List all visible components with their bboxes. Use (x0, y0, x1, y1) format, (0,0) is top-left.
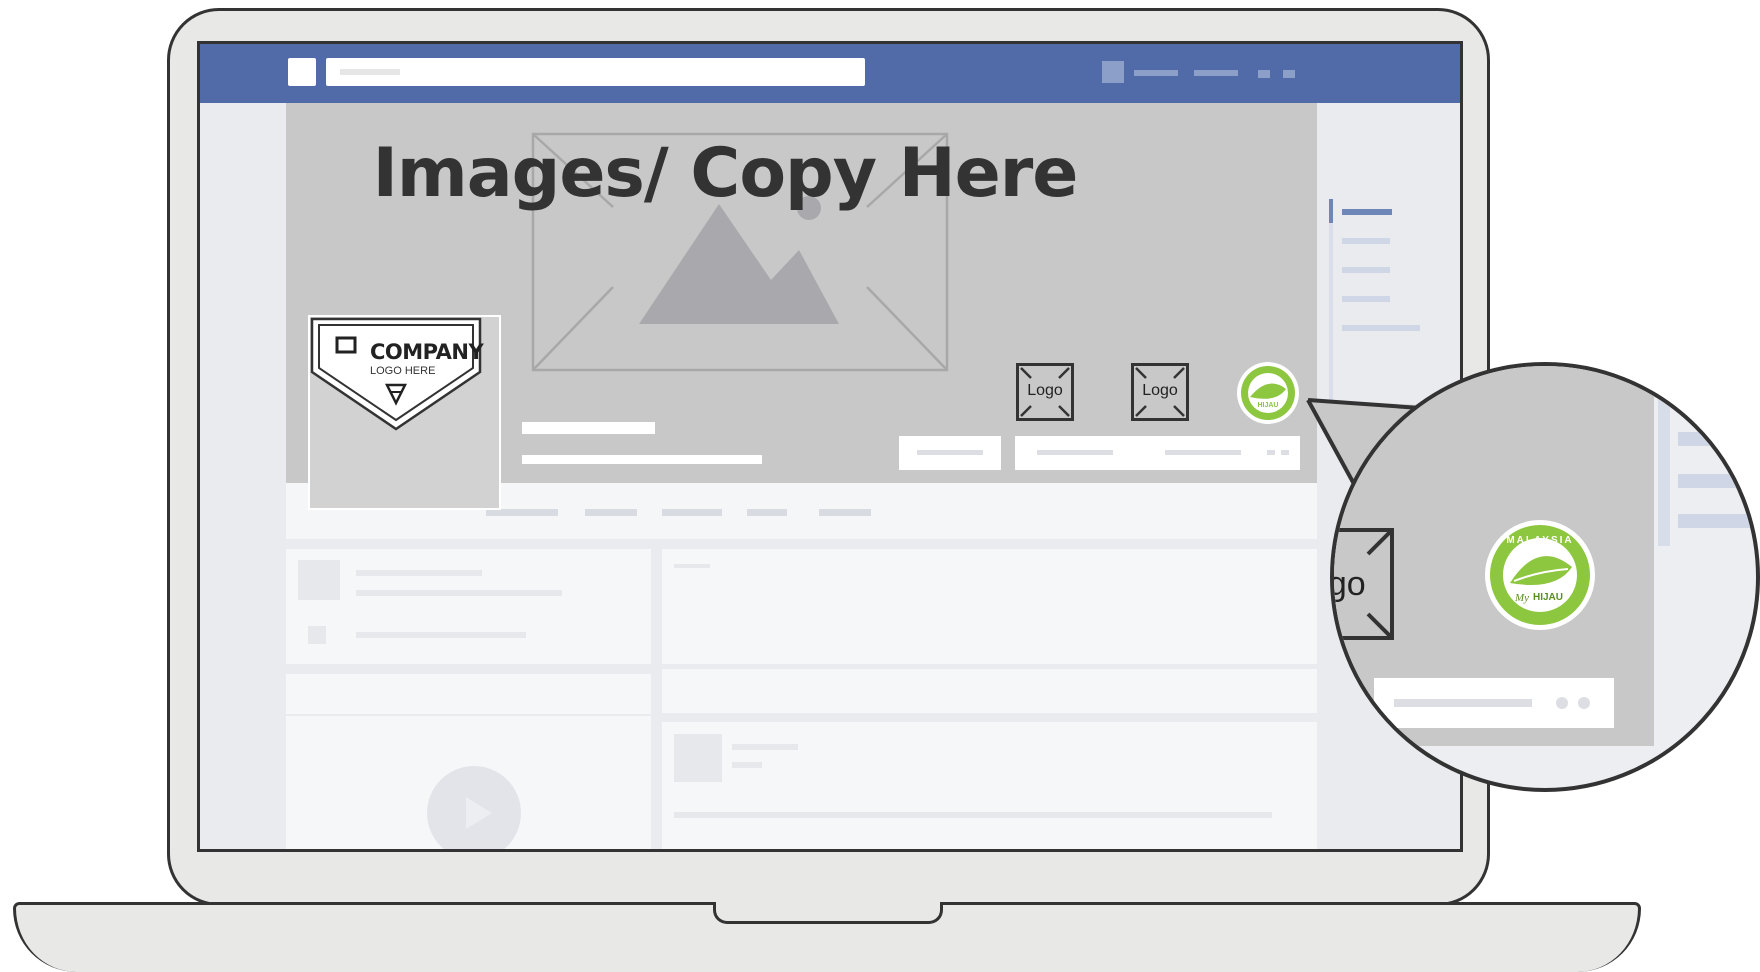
profile-thumbnail-icon[interactable] (1102, 61, 1124, 83)
logo-slot-2: Logo (1131, 363, 1189, 421)
page-category-bar (522, 455, 762, 464)
sidebar-rail (1329, 199, 1333, 409)
laptop-notch (713, 902, 943, 924)
badge-top-text: MALAYSIA (1506, 535, 1573, 546)
logo-slot-1-label: Logo (1027, 382, 1063, 399)
action-buttons[interactable] (1015, 436, 1300, 470)
search-input[interactable] (326, 58, 865, 86)
about-card (286, 549, 651, 664)
composer-footer (662, 669, 1317, 713)
myhijau-small-text: HIJAU (1257, 402, 1278, 409)
company-shield-logo (310, 317, 482, 431)
messages-icon[interactable] (1283, 70, 1295, 78)
like-button[interactable] (899, 436, 1001, 470)
laptop-screen: Images/ Copy Here COMPANY LOGO HERE Logo… (197, 41, 1463, 852)
composer-card[interactable] (662, 549, 1317, 664)
tab-about[interactable] (585, 509, 637, 516)
sidebar-indicator (1329, 199, 1333, 223)
play-icon[interactable] (426, 765, 522, 852)
badge-bold-text: HIJAU (1533, 592, 1563, 603)
sidebar-item-active[interactable] (1342, 209, 1392, 215)
page-name-bar (522, 422, 655, 434)
zoomed-action-button (1374, 678, 1614, 728)
sidebar-item[interactable] (1342, 267, 1390, 273)
cover-headline: Images/ Copy Here (372, 134, 1079, 213)
logo-slot-1: Logo (1016, 363, 1074, 421)
sidebar-item[interactable] (1342, 296, 1390, 302)
post-card (662, 722, 1317, 849)
tab-photos[interactable] (747, 509, 787, 516)
sidebar-item[interactable] (1342, 238, 1390, 244)
tab-timeline[interactable] (486, 509, 558, 516)
company-tagline: LOGO HERE (370, 365, 436, 377)
profile-picture[interactable]: COMPANY LOGO HERE (308, 315, 501, 510)
search-placeholder (340, 69, 400, 75)
nav-link-find-friends[interactable] (1194, 70, 1238, 76)
myhijau-badge: HIJAU (1237, 362, 1299, 424)
logo-slot-2-label: Logo (1142, 382, 1178, 399)
sidebar-item[interactable] (1342, 325, 1420, 331)
tab-friends[interactable] (662, 509, 722, 516)
notifications-icon[interactable] (1258, 70, 1270, 78)
company-name: COMPANY (370, 340, 484, 364)
nav-link-home[interactable] (1134, 70, 1178, 76)
zoomed-logo-slot: Logo (1330, 528, 1394, 640)
tab-more[interactable] (819, 509, 871, 516)
zoomed-logo-label: Logo (1330, 565, 1366, 603)
top-bar (200, 44, 1460, 103)
magnifier-zoom: Logo MALAYSIA My HIJAU (1330, 362, 1760, 792)
site-logo-icon[interactable] (288, 58, 316, 86)
myhijau-badge-zoomed: MALAYSIA My HIJAU (1485, 520, 1595, 630)
photos-card-header (286, 674, 651, 714)
badge-script-text: My (1514, 592, 1529, 604)
